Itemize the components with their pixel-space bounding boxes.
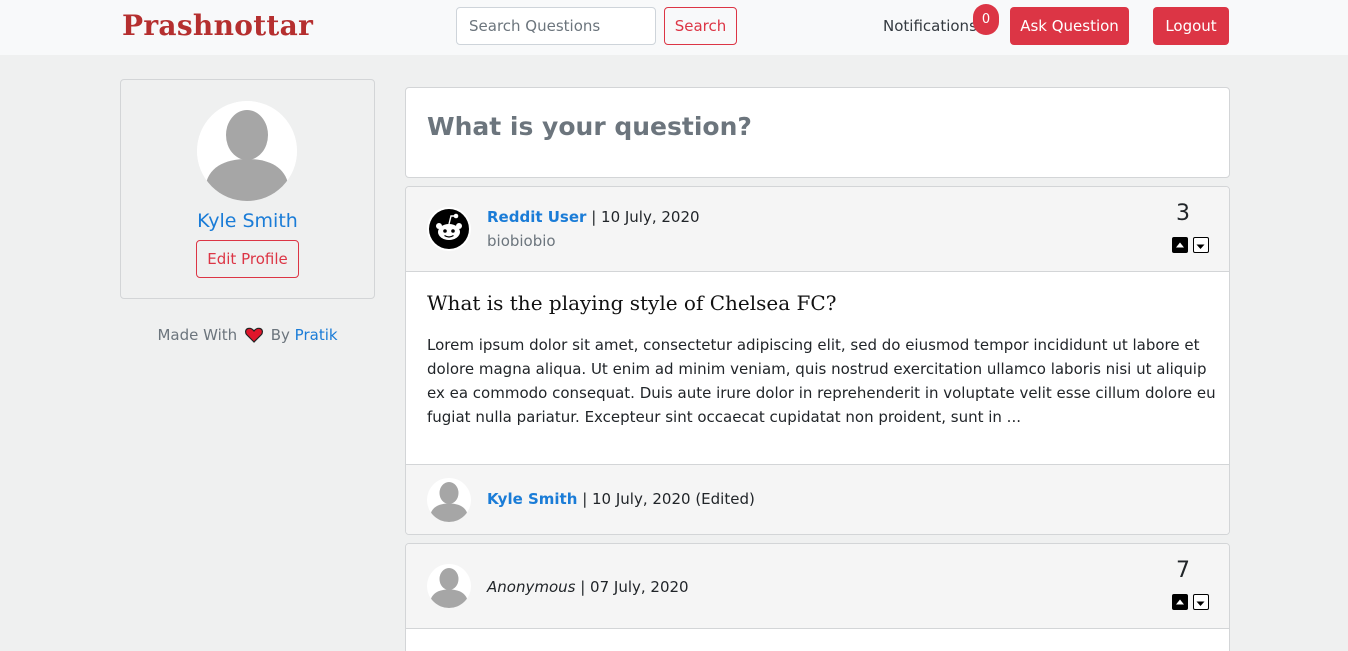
question-header: Anonymous | 07 July, 2020 7: [406, 544, 1229, 629]
made-with-footer: Made With By Pratik: [120, 326, 375, 347]
search-input[interactable]: [456, 7, 656, 45]
question-meta: Anonymous | 07 July, 2020: [487, 578, 689, 596]
question-author: Anonymous: [487, 578, 576, 596]
ask-question-prompt[interactable]: What is your question?: [427, 112, 752, 141]
vote-count: 3: [1176, 201, 1190, 226]
upvote-button[interactable]: [1172, 237, 1188, 253]
heart-icon: [244, 327, 263, 347]
search-button[interactable]: Search: [664, 7, 737, 45]
question-card: Reddit User | 10 July, 2020 biobiobio 3 …: [405, 186, 1230, 535]
question-author-bio: biobiobio: [487, 232, 556, 250]
brand-logo[interactable]: Prashnottar: [122, 9, 313, 42]
profile-card: Kyle Smith Edit Profile: [120, 79, 375, 299]
notifications-link[interactable]: Notifications: [883, 17, 977, 35]
caret-down-icon: [1196, 601, 1205, 606]
answer-meta: Kyle Smith | 10 July, 2020 (Edited): [487, 490, 755, 508]
question-author-link[interactable]: Reddit User: [487, 208, 586, 226]
user-silhouette-icon: [427, 478, 471, 522]
question-body: Lorem ipsum dolor sit amet, consectetur …: [427, 336, 1216, 426]
notifications-badge[interactable]: 0: [973, 4, 999, 35]
question-meta: Reddit User | 10 July, 2020: [487, 208, 700, 226]
user-silhouette-icon: [427, 564, 471, 608]
question-date: | 07 July, 2020: [580, 578, 689, 596]
ask-question-button[interactable]: Ask Question: [1010, 7, 1129, 45]
caret-up-icon: [1176, 599, 1184, 605]
question-avatar: [427, 564, 471, 608]
profile-avatar: [197, 101, 297, 201]
question-header: Reddit User | 10 July, 2020 biobiobio 3: [406, 187, 1229, 272]
answer-author-link[interactable]: Kyle Smith: [487, 490, 577, 508]
caret-down-icon: [1196, 244, 1205, 249]
reddit-avatar: [427, 207, 471, 251]
downvote-button[interactable]: [1193, 237, 1209, 253]
logout-button[interactable]: Logout: [1153, 7, 1229, 45]
question-card: Anonymous | 07 July, 2020 7: [405, 543, 1230, 651]
question-title[interactable]: What is the playing style of Chelsea FC?: [427, 291, 836, 315]
question-date: | 10 July, 2020: [591, 208, 700, 226]
answer-avatar: [427, 478, 471, 522]
caret-up-icon: [1176, 242, 1184, 248]
edit-profile-button[interactable]: Edit Profile: [196, 240, 299, 278]
by-text: By: [270, 326, 290, 344]
profile-name[interactable]: Kyle Smith: [121, 210, 374, 232]
downvote-button[interactable]: [1193, 594, 1209, 610]
author-link[interactable]: Pratik: [295, 326, 338, 344]
upvote-button[interactable]: [1172, 594, 1188, 610]
reddit-icon: [429, 209, 469, 249]
navbar: Prashnottar Search Notifications 0 Ask Q…: [0, 0, 1348, 55]
answer-date: | 10 July, 2020 (Edited): [582, 490, 755, 508]
made-with-text: Made With: [157, 326, 238, 344]
user-silhouette-icon: [197, 101, 297, 201]
vote-count: 7: [1176, 558, 1190, 583]
answer-footer: Kyle Smith | 10 July, 2020 (Edited): [406, 464, 1229, 534]
ask-question-card[interactable]: What is your question?: [405, 87, 1230, 178]
